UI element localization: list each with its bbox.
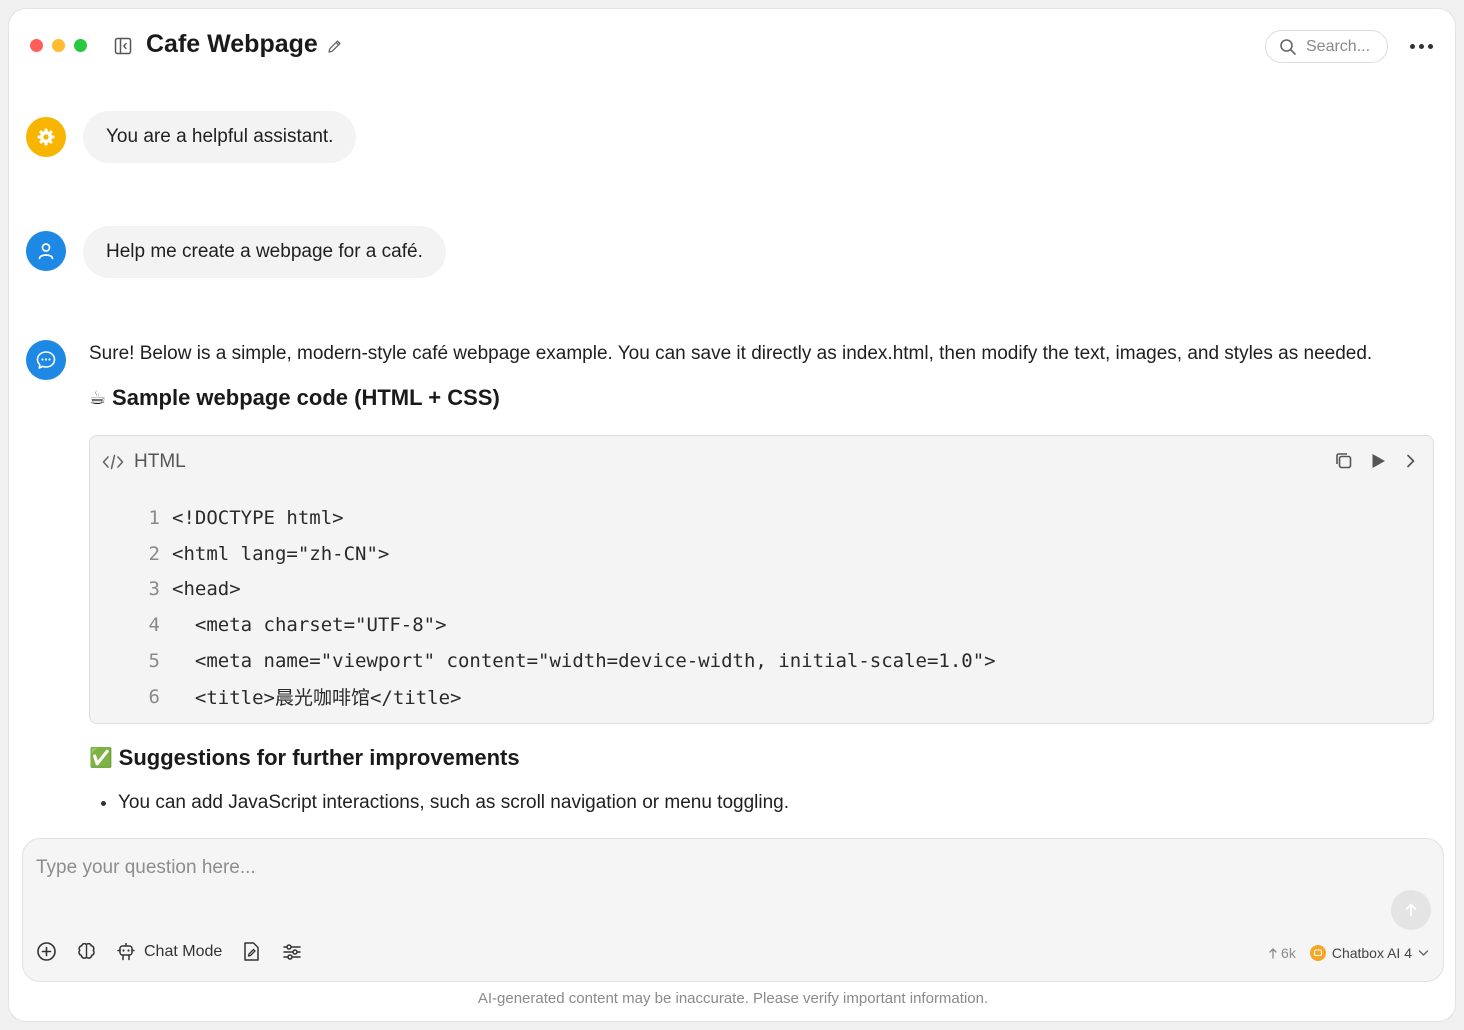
window-controls bbox=[30, 39, 87, 52]
code-line: 4 <meta charset="UTF-8"> bbox=[130, 607, 996, 643]
assistant-avatar bbox=[26, 340, 66, 380]
composer-toolbar: Chat Mode bbox=[36, 941, 302, 962]
code-icon bbox=[102, 454, 124, 470]
user-message-bubble: Help me create a webpage for a café. bbox=[83, 226, 446, 278]
more-options-icon[interactable] bbox=[1410, 40, 1434, 52]
model-selector[interactable]: Chatbox AI 4 bbox=[1309, 945, 1429, 961]
sidebar-toggle-icon[interactable] bbox=[114, 37, 132, 55]
token-count-value: 6k bbox=[1281, 945, 1296, 961]
code-line: 2 <html lang="zh-CN"> bbox=[130, 536, 996, 572]
close-window-button[interactable] bbox=[30, 39, 43, 52]
line-number: 2 bbox=[148, 542, 160, 565]
code-language-label: HTML bbox=[134, 451, 186, 472]
search-box[interactable]: Search... bbox=[1265, 30, 1388, 63]
heading-code-text: Sample webpage code (HTML + CSS) bbox=[112, 385, 500, 410]
composer-status: 6k Chatbox AI 4 bbox=[1268, 945, 1429, 961]
disclaimer-text: AI-generated content may be inaccurate. … bbox=[477, 990, 989, 1007]
user-avatar bbox=[26, 231, 66, 271]
arrow-up-small-icon bbox=[1269, 948, 1277, 959]
question-input[interactable] bbox=[36, 853, 1376, 883]
list-item: You can add JavaScript interactions, suc… bbox=[101, 792, 789, 814]
line-content: <!DOCTYPE html> bbox=[172, 506, 344, 529]
code-lines: 1 <!DOCTYPE html> 2 <html lang="zh-CN"> 3 <… bbox=[130, 500, 996, 715]
send-button[interactable] bbox=[1391, 890, 1431, 930]
app-window: Cafe Webpage Search... You are a helpful… bbox=[8, 8, 1456, 1022]
token-count: 6k bbox=[1268, 945, 1296, 961]
search-icon bbox=[1280, 38, 1296, 55]
code-line: 3 <head> bbox=[130, 572, 996, 608]
sliders-icon bbox=[283, 943, 301, 960]
code-block-header: HTML bbox=[102, 451, 186, 473]
system-avatar bbox=[26, 117, 66, 157]
page-title: Cafe Webpage bbox=[146, 30, 318, 58]
checkmark-icon: ✅ bbox=[89, 748, 113, 769]
code-line: 1 <!DOCTYPE html> bbox=[130, 500, 996, 536]
chat-bubble-icon bbox=[36, 351, 56, 369]
settings-button[interactable] bbox=[281, 941, 302, 962]
code-block: HTML 1 <!DOCTYPE html> 2 <html lang="zh-CN… bbox=[89, 435, 1434, 724]
model-name: Chatbox AI 4 bbox=[1331, 945, 1412, 961]
attach-button[interactable] bbox=[36, 941, 57, 962]
section-heading-suggestions: ✅ Suggestions for further improvements bbox=[89, 745, 520, 771]
assistant-intro-text: Sure! Below is a simple, modern-style ca… bbox=[89, 343, 1373, 364]
minimize-window-button[interactable] bbox=[52, 39, 65, 52]
coffee-icon: ☕ bbox=[89, 387, 107, 409]
code-toolbar bbox=[1334, 451, 1419, 470]
line-content: <meta charset="UTF-8"> bbox=[172, 614, 447, 637]
system-message-bubble: You are a helpful assistant. bbox=[83, 111, 357, 163]
line-content: <html lang="zh-CN"> bbox=[172, 542, 390, 565]
chevron-right-icon[interactable] bbox=[1403, 452, 1419, 470]
list-item-text: You can add JavaScript interactions, suc… bbox=[118, 792, 790, 813]
chat-mode-label: Chat Mode bbox=[144, 942, 223, 960]
heading-suggestions-text: Suggestions for further improvements bbox=[118, 745, 520, 770]
copy-icon[interactable] bbox=[1334, 451, 1353, 470]
edit-title-icon[interactable] bbox=[326, 38, 343, 55]
knowledge-button[interactable] bbox=[76, 941, 97, 962]
chatbox-logo-icon bbox=[1309, 945, 1326, 961]
line-content: <meta name="viewport" content="width=dev… bbox=[172, 650, 996, 673]
bullet-dot bbox=[101, 800, 106, 806]
maximize-window-button[interactable] bbox=[74, 39, 87, 52]
document-button[interactable] bbox=[241, 941, 262, 962]
line-content: <title>晨光咖啡馆</title> bbox=[172, 687, 462, 710]
chat-mode-button[interactable]: Chat Mode bbox=[116, 941, 222, 962]
code-line: 5 <meta name="viewport" content="width=d… bbox=[130, 643, 996, 679]
line-number: 5 bbox=[148, 650, 160, 673]
line-number: 3 bbox=[148, 578, 160, 601]
run-code-icon[interactable] bbox=[1369, 452, 1387, 470]
user-icon bbox=[38, 243, 54, 260]
document-edit-icon bbox=[244, 942, 260, 961]
section-heading-code: ☕ Sample webpage code (HTML + CSS) bbox=[89, 385, 500, 411]
line-number: 4 bbox=[148, 614, 160, 637]
line-number: 6 bbox=[148, 685, 160, 708]
line-content: <head> bbox=[172, 578, 241, 601]
chevron-down-icon bbox=[1418, 950, 1429, 956]
robot-icon bbox=[117, 943, 135, 961]
arrow-up-icon bbox=[1405, 903, 1417, 917]
line-number: 1 bbox=[148, 506, 160, 529]
search-placeholder: Search... bbox=[1306, 37, 1371, 55]
gear-icon bbox=[37, 128, 55, 146]
code-line: 6 <title>晨光咖啡馆</title> bbox=[130, 679, 996, 715]
message-composer: Chat Mode bbox=[22, 838, 1444, 982]
plus-circle-icon bbox=[37, 942, 56, 961]
brain-icon bbox=[78, 942, 95, 959]
